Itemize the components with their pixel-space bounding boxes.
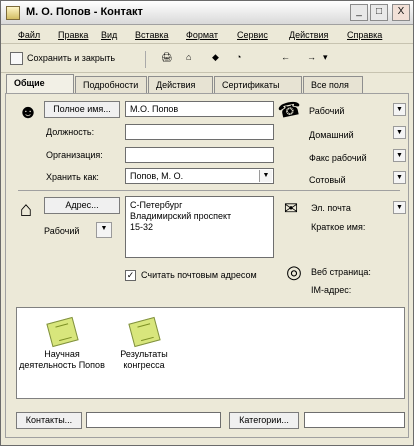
close-button[interactable]: X xyxy=(392,4,410,21)
phone-business-label[interactable]: Рабочий xyxy=(309,106,344,116)
chevron-down-icon[interactable]: ▼ xyxy=(259,170,272,182)
footer-controls: Контакты... Категории... xyxy=(16,412,405,429)
position-input[interactable] xyxy=(125,124,274,140)
save-as-value: Попов, М. О. xyxy=(130,171,184,181)
print-button[interactable]: 🖨 xyxy=(161,52,172,63)
standard-toolbar: Сохранить и закрыть 🖨 ⌂ ◆ ◔ ← → ▾ xyxy=(1,45,413,73)
contacts-input[interactable] xyxy=(86,412,221,428)
options-button[interactable]: ◔ xyxy=(236,52,241,62)
tab-general[interactable]: Общие xyxy=(6,74,74,95)
address-button[interactable]: Адрес... xyxy=(44,197,120,214)
position-label: Должность: xyxy=(46,127,95,137)
address-type-dropdown[interactable]: ▼ xyxy=(96,222,112,238)
person-icon: ☻ xyxy=(18,102,38,123)
title-bar: М. О. Попов - Контакт _ □ X xyxy=(1,1,413,25)
tab-certificates[interactable]: Сертификаты xyxy=(214,76,302,94)
organization-label: Организация: xyxy=(46,150,103,160)
tab-activities[interactable]: Действия xyxy=(148,76,213,94)
attachment-1-line-2: деятельность Попов xyxy=(19,360,105,370)
save-as-label: Хранить как: xyxy=(46,172,99,182)
full-name-input[interactable]: М.О. Попов xyxy=(125,101,274,117)
save-as-select[interactable]: Попов, М. О. ▼ xyxy=(125,168,274,184)
menu-file[interactable]: Файл xyxy=(18,30,40,40)
mailing-address-label: Считать почтовым адресом xyxy=(141,270,257,280)
window-title: М. О. Попов - Контакт xyxy=(26,6,143,18)
attachment-2-line-1: Результаты xyxy=(120,349,168,359)
menu-edit[interactable]: Правка xyxy=(58,30,88,40)
email-envelope-icon: ✉ xyxy=(283,199,299,218)
contact-window: М. О. Попов - Контакт _ □ X Файл Правка … xyxy=(0,0,414,446)
organization-input[interactable] xyxy=(125,147,274,163)
email-dropdown[interactable]: ▼ xyxy=(393,201,406,214)
phone-business-dropdown[interactable]: ▼ xyxy=(393,103,406,116)
flag-button[interactable]: ◆ xyxy=(212,52,219,63)
toolbar-options-icon[interactable]: ▾ xyxy=(323,52,328,63)
address-line-2: Владимирский проспект xyxy=(130,211,232,221)
phone-fax-dropdown[interactable]: ▼ xyxy=(393,149,406,162)
menu-view[interactable]: Вид xyxy=(101,30,117,40)
save-close-button[interactable]: Сохранить и закрыть xyxy=(10,52,115,65)
section-divider xyxy=(18,190,400,191)
home-icon: ⌂ xyxy=(19,198,33,221)
menu-actions[interactable]: Действия xyxy=(289,30,328,40)
categories-input[interactable] xyxy=(304,412,405,428)
address-line-3: 15-32 xyxy=(130,222,154,232)
short-name-label: Краткое имя: xyxy=(311,222,366,232)
phone-home-dropdown[interactable]: ▼ xyxy=(393,126,406,139)
menu-bar: Файл Правка Вид Вставка Формат Сервис Де… xyxy=(1,26,413,44)
contacts-button[interactable]: Контакты... xyxy=(16,412,82,429)
phone-mobile-label[interactable]: Сотовый xyxy=(309,175,346,185)
attach-button[interactable]: ⌂ xyxy=(186,52,191,62)
note-icon xyxy=(45,316,79,348)
notes-attachments-area[interactable]: Научная деятельность Попов Результаты ко… xyxy=(16,307,405,399)
email-label[interactable]: Эл. почта xyxy=(311,203,351,213)
attachment-scientific-activity[interactable]: Научная деятельность Попов xyxy=(17,316,107,371)
contact-tabs: Общие Подробности Действия Сертификаты В… xyxy=(1,74,413,95)
tab-all-fields[interactable]: Все поля xyxy=(303,76,363,94)
categories-button[interactable]: Категории... xyxy=(229,412,299,429)
menu-help[interactable]: Справка xyxy=(347,30,382,40)
general-panel: ☻ Полное имя... М.О. Попов Должность: Ор… xyxy=(5,93,409,438)
full-name-button[interactable]: Полное имя... xyxy=(44,101,120,118)
maximize-button[interactable]: □ xyxy=(370,4,388,21)
previous-button[interactable]: ← xyxy=(281,52,290,62)
note-icon xyxy=(127,316,161,348)
menu-insert[interactable]: Вставка xyxy=(135,30,168,40)
minimize-button[interactable]: _ xyxy=(350,4,368,21)
toolbar-separator xyxy=(145,51,146,68)
contact-app-icon xyxy=(6,6,20,20)
mailing-address-checkbox[interactable]: ✓ xyxy=(125,270,136,281)
address-textarea[interactable]: С-Петербург Владимирский проспект 15-32 xyxy=(125,196,274,258)
address-line-1: С-Петербург xyxy=(130,200,183,210)
tab-details[interactable]: Подробности xyxy=(75,76,147,94)
save-close-label: Сохранить и закрыть xyxy=(27,52,116,63)
telephone-icon: ☎ xyxy=(276,97,304,124)
phone-fax-label[interactable]: Факс рабочий xyxy=(309,153,367,163)
web-page-label: Веб страница: xyxy=(311,267,371,277)
attachment-congress-results[interactable]: Результаты конгресса xyxy=(99,316,189,371)
attachment-2-line-2: конгресса xyxy=(123,360,165,370)
next-button[interactable]: → xyxy=(307,52,316,62)
web-page-icon: ◎ xyxy=(286,262,302,282)
im-address-label: IM-адрес: xyxy=(311,285,352,295)
attachment-1-line-1: Научная xyxy=(44,349,80,359)
save-icon xyxy=(10,52,23,65)
menu-format[interactable]: Формат xyxy=(186,30,218,40)
phone-home-label[interactable]: Домашний xyxy=(309,130,354,140)
address-type-label: Рабочий xyxy=(44,226,80,236)
phone-mobile-dropdown[interactable]: ▼ xyxy=(393,171,406,184)
menu-tools[interactable]: Сервис xyxy=(237,30,268,40)
